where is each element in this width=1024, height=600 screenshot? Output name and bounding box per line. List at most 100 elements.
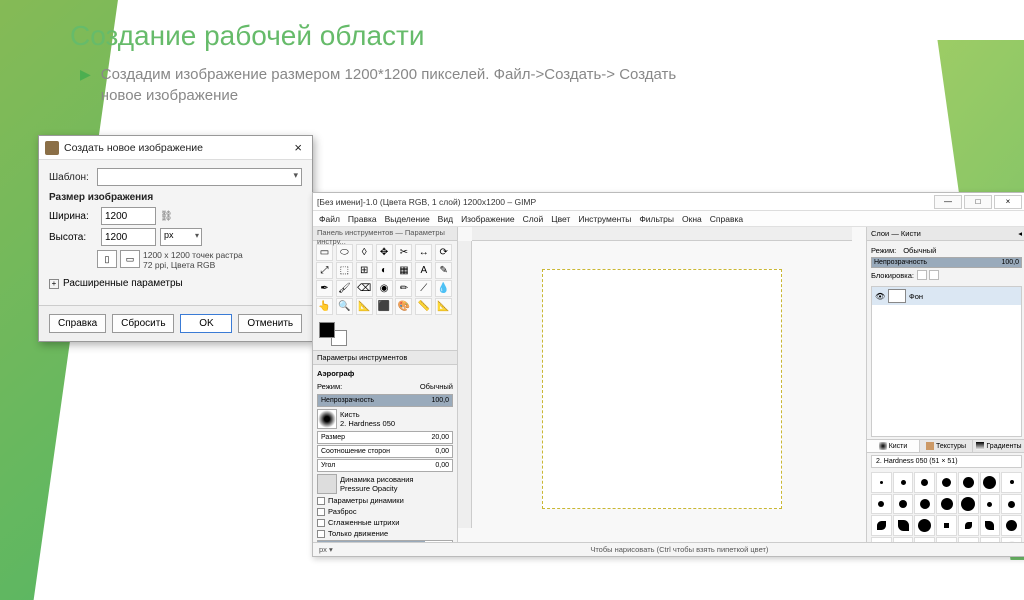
tool-15[interactable]: 🖌 <box>336 280 353 297</box>
menu-файл[interactable]: Файл <box>319 214 340 224</box>
tool-0[interactable]: ▭ <box>316 244 333 261</box>
brush-cell[interactable] <box>980 472 1001 493</box>
brush-cell[interactable] <box>1001 494 1022 515</box>
tool-19[interactable]: ⟋ <box>415 280 432 297</box>
tool-27[interactable]: 📐 <box>435 298 452 315</box>
tab-textures[interactable]: Текстуры <box>920 440 973 452</box>
brush-cell[interactable] <box>871 472 892 493</box>
height-input[interactable]: 1200 <box>101 228 156 246</box>
layer-opacity-slider[interactable]: Непрозрачность100,0 <box>871 257 1022 268</box>
menu-выделение[interactable]: Выделение <box>385 214 430 224</box>
menu-окна[interactable]: Окна <box>682 214 702 224</box>
brush-cell[interactable] <box>914 515 935 536</box>
canvas[interactable] <box>542 269 782 509</box>
tool-16[interactable]: ⌫ <box>356 280 373 297</box>
brush-cell[interactable] <box>958 515 979 536</box>
tool-9[interactable]: ⊞ <box>356 262 373 279</box>
tool-10[interactable]: ◐ <box>376 262 393 279</box>
layer-list[interactable]: 👁 Фон <box>871 286 1022 437</box>
tool-25[interactable]: 🎨 <box>395 298 412 315</box>
layer-item[interactable]: 👁 Фон <box>872 287 1021 305</box>
tool-11[interactable]: ▦ <box>395 262 412 279</box>
landscape-button[interactable]: ▭ <box>120 250 140 268</box>
menu-вид[interactable]: Вид <box>438 214 453 224</box>
visibility-icon[interactable]: 👁 <box>875 292 885 301</box>
brush-cell[interactable] <box>936 494 957 515</box>
tool-1[interactable]: ⬭ <box>336 244 353 261</box>
tool-26[interactable]: 📏 <box>415 298 432 315</box>
brush-preview-icon[interactable] <box>317 409 337 429</box>
brush-cell[interactable] <box>1001 537 1022 542</box>
opacity-slider[interactable]: Непрозрачность100,0 <box>317 394 453 407</box>
brush-cell[interactable] <box>914 472 935 493</box>
brush-cell[interactable] <box>914 537 935 542</box>
tool-17[interactable]: ◉ <box>376 280 393 297</box>
status-unit[interactable]: px ▾ <box>319 545 333 554</box>
lock-pixels-icon[interactable] <box>917 270 927 280</box>
reset-button[interactable]: Сбросить <box>112 314 174 333</box>
panel-menu-icon[interactable]: ◂ <box>1018 229 1022 238</box>
help-button[interactable]: Справка <box>49 314 106 333</box>
brush-cell[interactable] <box>1001 515 1022 536</box>
size-field[interactable]: Размер20,00 <box>317 431 453 444</box>
smooth-check[interactable] <box>317 519 325 527</box>
tool-5[interactable]: ↔ <box>415 244 432 261</box>
close-icon[interactable]: × <box>290 140 306 155</box>
advanced-expander[interactable]: + Расширенные параметры <box>49 278 302 289</box>
window-close-button[interactable]: × <box>994 195 1022 209</box>
dynamics-icon[interactable] <box>317 474 337 494</box>
brush-cell[interactable] <box>958 472 979 493</box>
brush-cell[interactable] <box>958 537 979 542</box>
brush-cell[interactable] <box>1001 472 1022 493</box>
mode-value[interactable]: Обычный <box>420 382 453 391</box>
portrait-button[interactable]: ▯ <box>97 250 117 268</box>
tool-18[interactable]: ✏ <box>395 280 412 297</box>
brush-cell[interactable] <box>893 494 914 515</box>
toolbox-tab[interactable]: Панель инструментов — Параметры инстру..… <box>313 227 457 241</box>
tool-8[interactable]: ⬚ <box>336 262 353 279</box>
menu-справка[interactable]: Справка <box>710 214 743 224</box>
menu-правка[interactable]: Правка <box>348 214 377 224</box>
angle-field[interactable]: Угол0,00 <box>317 459 453 472</box>
tab-gradients[interactable]: Градиенты <box>973 440 1024 452</box>
dynamics-params-check[interactable] <box>317 497 325 505</box>
tab-brushes[interactable]: Кисти <box>867 440 920 452</box>
brush-cell[interactable] <box>871 537 892 542</box>
color-selector[interactable] <box>319 322 347 346</box>
motion-check[interactable] <box>317 530 325 538</box>
brush-cell[interactable] <box>980 537 1001 542</box>
cancel-button[interactable]: Отменить <box>238 314 302 333</box>
template-combo[interactable] <box>97 168 302 186</box>
brush-cell[interactable] <box>936 515 957 536</box>
tool-options-tab[interactable]: Параметры инструментов <box>313 351 457 365</box>
brush-cell[interactable] <box>936 537 957 542</box>
menu-слой[interactable]: Слой <box>523 214 544 224</box>
unit-combo[interactable]: px <box>160 228 202 246</box>
tool-13[interactable]: ✎ <box>435 262 452 279</box>
tool-7[interactable]: ⤢ <box>316 262 333 279</box>
tool-14[interactable]: ✒ <box>316 280 333 297</box>
width-input[interactable]: 1200 <box>101 207 156 225</box>
lock-alpha-icon[interactable] <box>929 270 939 280</box>
minimize-button[interactable]: — <box>934 195 962 209</box>
brush-cell[interactable] <box>893 537 914 542</box>
brush-cell[interactable] <box>936 472 957 493</box>
tool-12[interactable]: A <box>415 262 432 279</box>
menu-инструменты[interactable]: Инструменты <box>578 214 631 224</box>
tool-24[interactable]: ⬛ <box>376 298 393 315</box>
ok-button[interactable]: OK <box>180 314 232 333</box>
maximize-button[interactable]: □ <box>964 195 992 209</box>
tool-20[interactable]: 💧 <box>435 280 452 297</box>
tool-21[interactable]: 👆 <box>316 298 333 315</box>
brush-cell[interactable] <box>980 494 1001 515</box>
brush-cell[interactable] <box>914 494 935 515</box>
scatter-check[interactable] <box>317 508 325 516</box>
brush-cell[interactable] <box>871 515 892 536</box>
brush-cell[interactable] <box>893 515 914 536</box>
menu-цвет[interactable]: Цвет <box>551 214 570 224</box>
menu-изображение[interactable]: Изображение <box>461 214 515 224</box>
tool-23[interactable]: 📐 <box>356 298 373 315</box>
tool-4[interactable]: ✂ <box>395 244 412 261</box>
foreground-color[interactable] <box>319 322 335 338</box>
rate-slider[interactable]: Скорость80,0 <box>317 540 453 542</box>
